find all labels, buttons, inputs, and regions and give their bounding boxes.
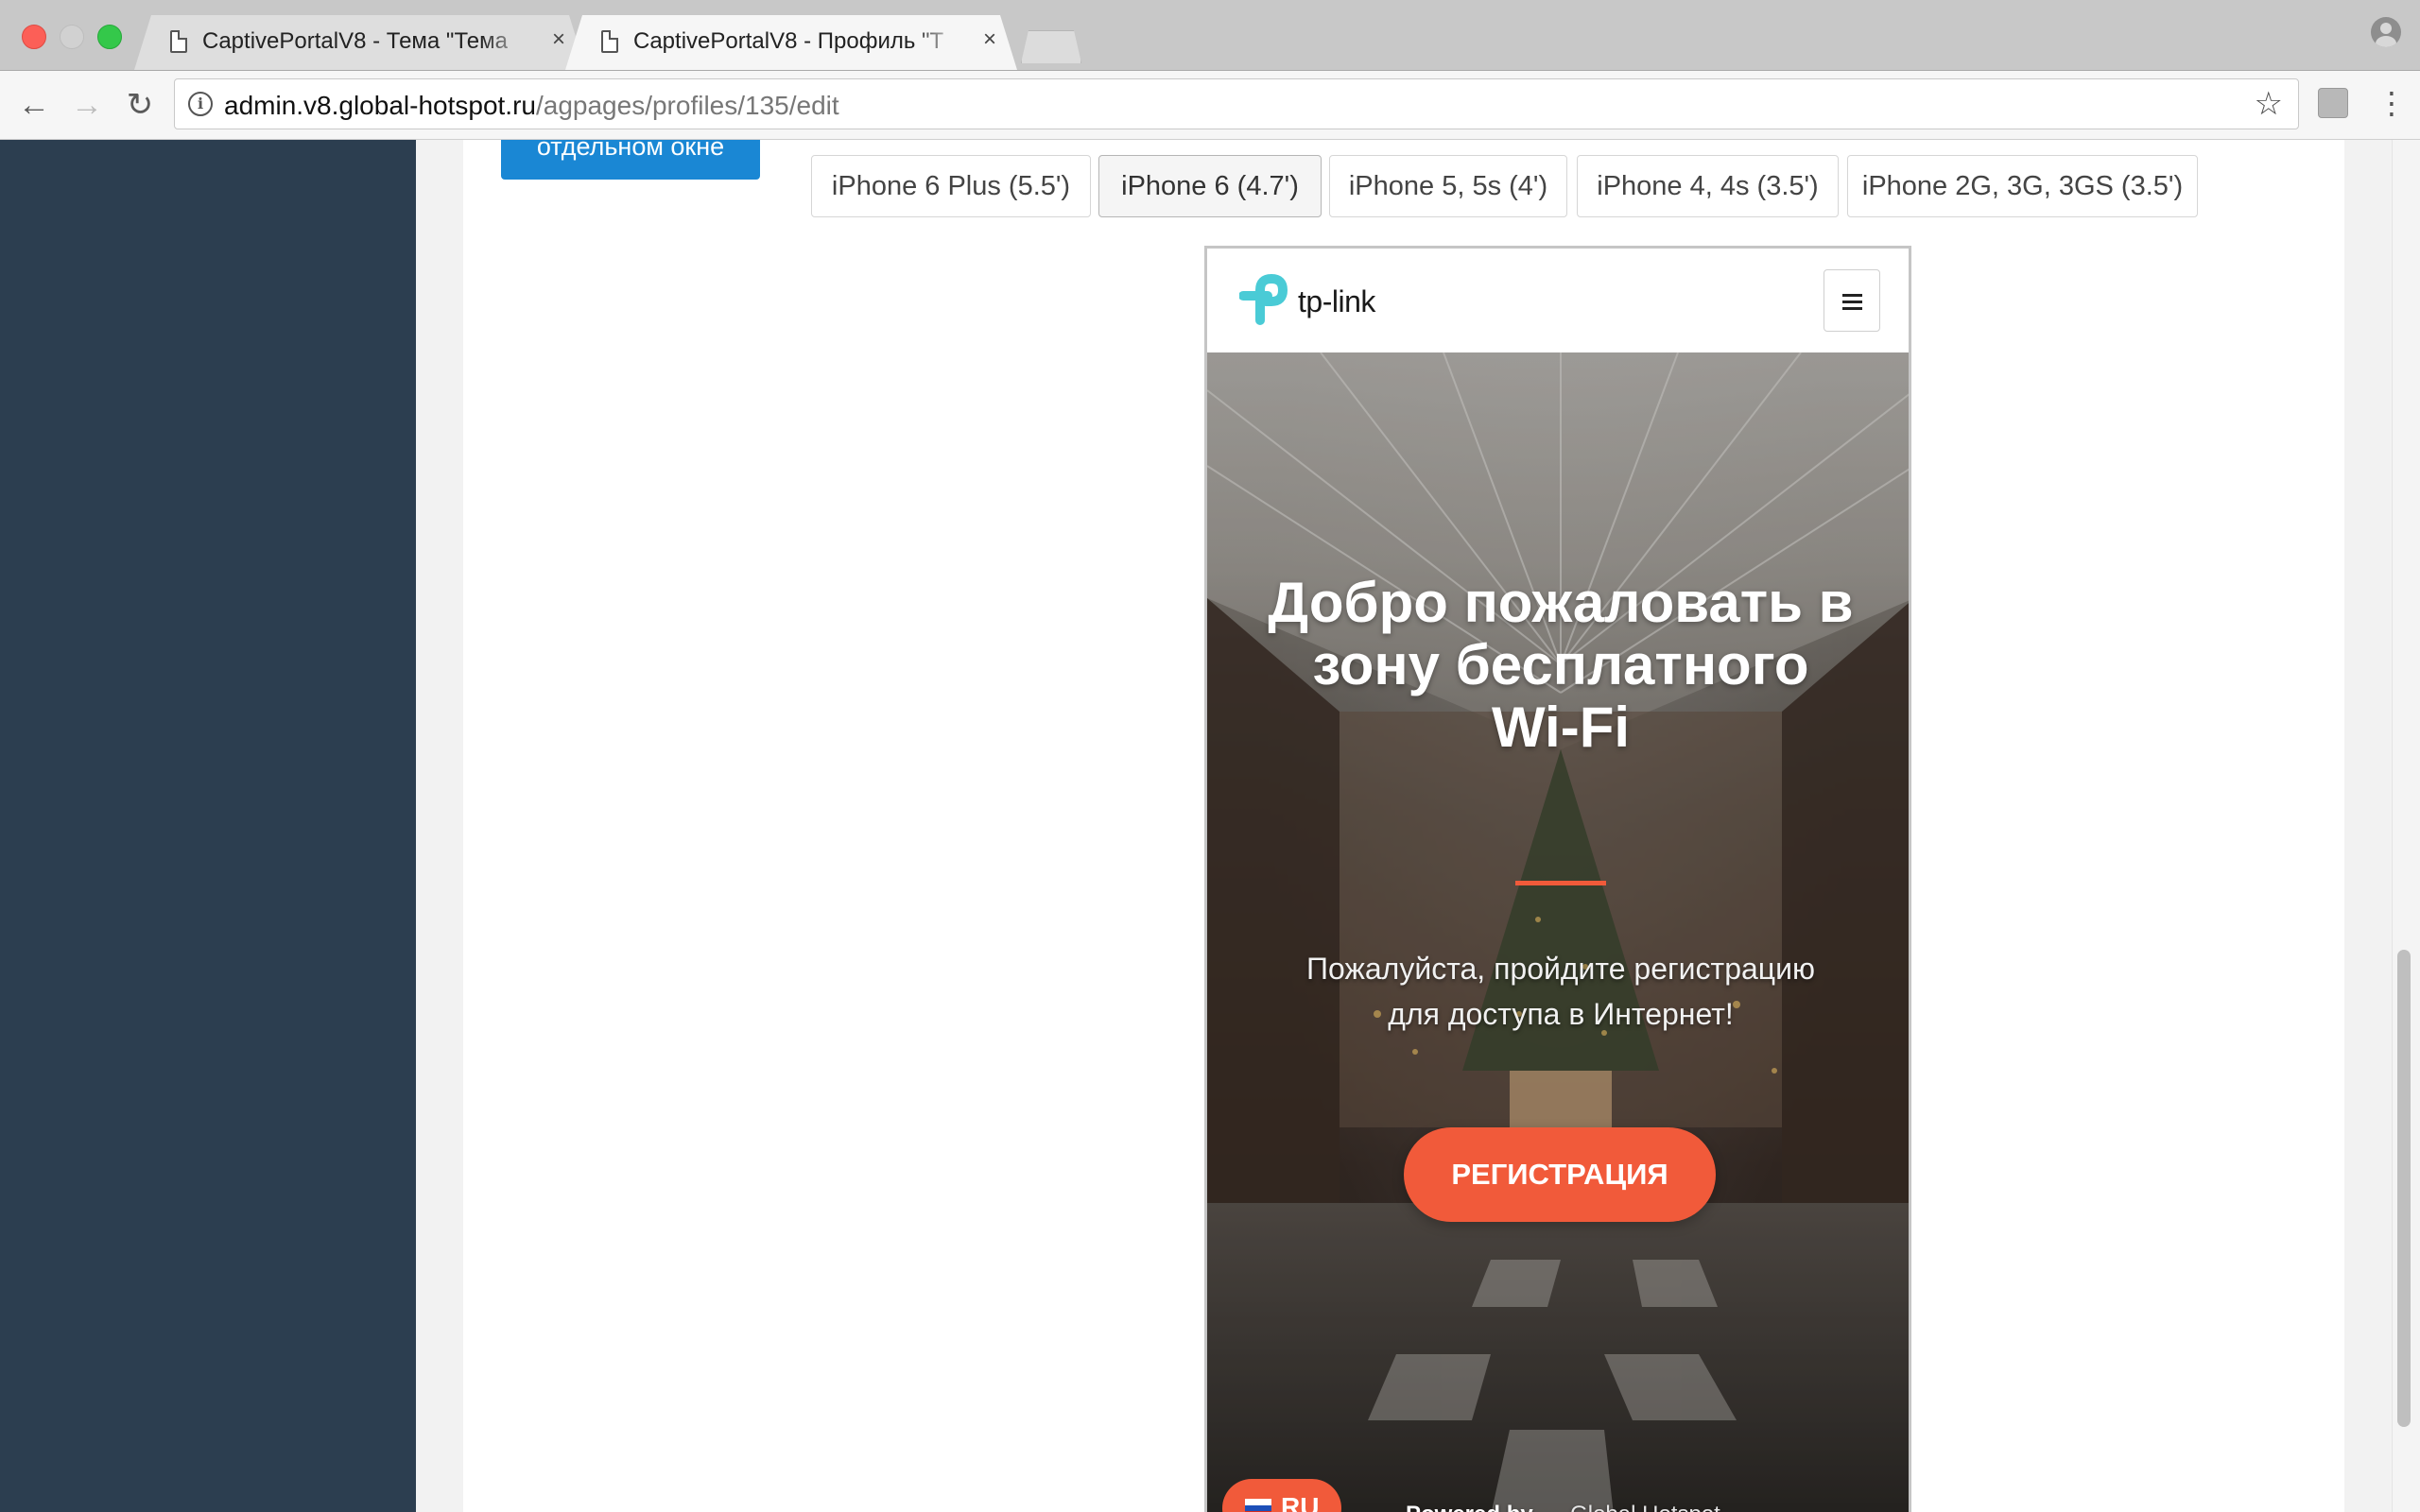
welcome-title: Добро пожаловать в зону бесплатного Wi-F… — [1268, 571, 1854, 759]
portal-header: tp-link — [1207, 249, 1909, 352]
wifi-icon — [1547, 1509, 1560, 1512]
phone-preview: tp-link Добро пожаловать в зону бесплатн… — [1204, 246, 1911, 1512]
device-iphone4-button[interactable]: iPhone 4, 4s (3.5') — [1577, 155, 1839, 217]
device-iphone6plus-button[interactable]: iPhone 6 Plus (5.5') — [811, 155, 1091, 217]
close-window-button[interactable] — [22, 25, 46, 49]
page-icon — [601, 30, 618, 53]
tab-profile[interactable]: CaptivePortalV8 - Профиль "Т × — [565, 15, 1017, 70]
brand-name: tp-link — [1298, 284, 1375, 318]
tplink-logo-icon — [1239, 273, 1288, 325]
device-iphone2g-button[interactable]: iPhone 2G, 3G, 3GS (3.5') — [1847, 155, 2198, 217]
hero-overlay — [1207, 352, 1909, 1512]
language-switcher[interactable]: RU — [1222, 1479, 1341, 1512]
maximize-window-button[interactable] — [97, 25, 122, 49]
tab-theme[interactable]: CaptivePortalV8 - Тема "Тема × — [134, 15, 586, 70]
reload-icon[interactable]: ↻ — [121, 86, 159, 124]
back-icon[interactable]: ← — [15, 86, 53, 124]
extension-icon[interactable] — [2318, 88, 2348, 118]
admin-sidebar — [0, 140, 416, 1512]
russia-flag-icon — [1245, 1499, 1271, 1512]
browser-titlebar: CaptivePortalV8 - Тема "Тема × CaptivePo… — [0, 0, 2420, 71]
page-icon — [170, 30, 187, 53]
welcome-subtitle: Пожалуйста, пройдите регистрацию для дос… — [1306, 952, 1815, 1031]
profile-icon[interactable] — [2371, 17, 2401, 47]
language-label: RU — [1281, 1492, 1320, 1512]
tab-title: CaptivePortalV8 - Профиль "Т — [633, 28, 944, 54]
device-iphone5-button[interactable]: iPhone 5, 5s (4') — [1329, 155, 1567, 217]
forward-icon[interactable]: → — [68, 86, 106, 124]
browser-toolbar: ← → ↻ i admin.v8.global-hotspot.ru/agpag… — [0, 71, 2420, 140]
minimize-window-button[interactable] — [60, 25, 84, 49]
close-icon[interactable]: × — [983, 26, 996, 53]
hero-background-image: Добро пожаловать в зону бесплатного Wi-F… — [1207, 352, 1909, 1512]
powered-by[interactable]: Powered by Global Hotspot — [1406, 1502, 1720, 1512]
star-icon[interactable]: ☆ — [2255, 85, 2283, 123]
register-button[interactable]: РЕГИСТРАЦИЯ — [1404, 1127, 1716, 1222]
device-iphone6-button[interactable]: iPhone 6 (4.7') — [1098, 155, 1322, 217]
open-in-window-button[interactable]: отдельном окне — [501, 140, 760, 180]
close-icon[interactable]: × — [552, 26, 565, 53]
new-tab-button[interactable] — [1021, 30, 1081, 63]
tab-title: CaptivePortalV8 - Тема "Тема — [202, 28, 508, 54]
url-text[interactable]: admin.v8.global-hotspot.ru/agpages/profi… — [224, 91, 839, 121]
title-divider — [1515, 881, 1606, 885]
scrollbar-thumb[interactable] — [2397, 950, 2411, 1427]
info-icon[interactable]: i — [188, 92, 213, 116]
hamburger-menu-icon[interactable] — [1824, 269, 1880, 332]
menu-icon[interactable]: ⋮ — [2377, 84, 2407, 122]
address-bar[interactable]: i admin.v8.global-hotspot.ru/agpages/pro… — [174, 78, 2299, 129]
